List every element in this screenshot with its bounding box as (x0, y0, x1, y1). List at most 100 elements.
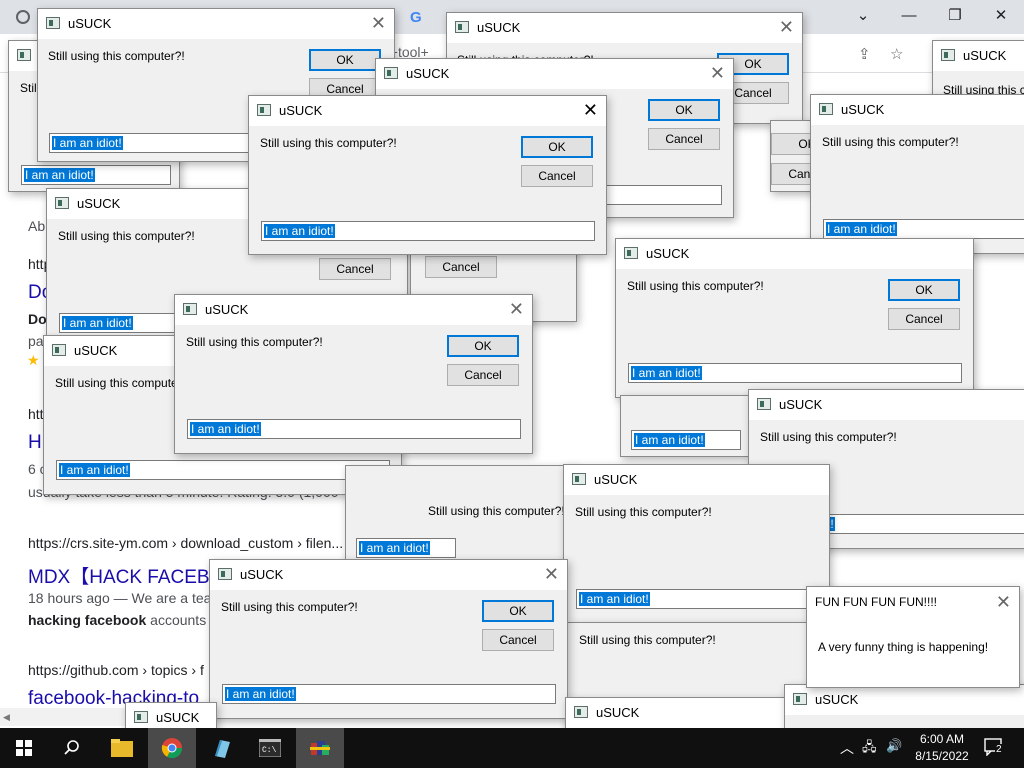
horizontal-scrollbar[interactable] (0, 708, 140, 726)
winrar-icon[interactable] (296, 728, 344, 768)
close-icon[interactable]: ✕ (779, 17, 794, 37)
app-icon (55, 197, 69, 209)
dialog-titlebar[interactable]: uSUCK (933, 41, 1024, 71)
app-icon (257, 104, 271, 116)
dialog-titlebar[interactable]: uSUCK ✕ (376, 59, 733, 89)
show-hidden-icons-icon[interactable]: ︿ (840, 738, 854, 758)
text-input[interactable]: I am an idiot! (222, 684, 556, 704)
close-icon[interactable]: ✕ (371, 13, 386, 33)
close-icon[interactable]: ✕ (996, 592, 1011, 612)
dialog-message: Still using this computer?! (579, 633, 716, 647)
maximize-button[interactable]: ❐ (932, 0, 978, 30)
dialog-message: Still using this computer?! (575, 505, 712, 519)
tab-search-button[interactable]: ⌄ (840, 0, 886, 30)
result-url: https://crs.site-ym.com › download_custo… (28, 535, 344, 551)
dialog-title: uSUCK (77, 196, 121, 211)
close-icon[interactable]: ✕ (710, 63, 725, 83)
cancel-button[interactable]: Cancel (648, 128, 720, 150)
app-icon (572, 473, 586, 485)
text-input[interactable]: I am an idiot! (261, 221, 595, 241)
app-icon (819, 103, 833, 115)
text-input[interactable]: I am an idiot! (56, 460, 390, 480)
text-input[interactable]: I am an idiot! (631, 430, 741, 450)
close-button[interactable]: ✕ (978, 0, 1024, 30)
network-icon[interactable]: 🖧 (862, 738, 877, 760)
fun-dialog-titlebar[interactable]: FUN FUN FUN FUN!!!! ✕ (807, 587, 1019, 617)
dialog-titlebar[interactable]: uSUCK (811, 95, 1024, 125)
dialog-titlebar[interactable]: uSUCK (616, 239, 973, 269)
chrome-icon[interactable] (148, 728, 196, 768)
dialog-titlebar[interactable]: uSUCK (749, 390, 1024, 420)
cancel-button[interactable]: Cancel (482, 629, 554, 651)
text-input[interactable]: I am an idiot! (628, 363, 962, 383)
windows-start-icon[interactable] (0, 728, 48, 768)
text-input[interactable]: I am an idiot! (576, 589, 826, 609)
close-icon[interactable]: ✕ (583, 100, 598, 120)
clock-time[interactable]: 6:00 AM (912, 732, 972, 746)
dialog-title: uSUCK (596, 705, 640, 720)
fun-dialog-message: A very funny thing is happening! (818, 640, 989, 654)
app-icon (218, 568, 232, 580)
terminal-icon[interactable]: C:\ (246, 728, 294, 768)
cancel-button[interactable]: Cancel (425, 256, 497, 278)
dialog-titlebar[interactable]: uSUCK (785, 685, 1024, 715)
dialog-titlebar[interactable]: uSUCK ✕ (175, 295, 532, 325)
result-url-fragment: htt (28, 406, 44, 422)
cancel-button[interactable]: Cancel (888, 308, 960, 330)
scroll-left-arrow-icon[interactable]: ◀ (3, 712, 10, 723)
share-icon[interactable]: ⇪ (858, 45, 871, 63)
dialog-title: uSUCK (156, 710, 200, 725)
cancel-button[interactable]: Cancel (319, 258, 391, 280)
dialog-titlebar[interactable]: uSUCK ✕ (249, 96, 606, 126)
selected-text: I am an idiot! (634, 433, 705, 447)
result-title[interactable]: MDX【HACK FACEB (28, 562, 210, 589)
selected-text: I am an idiot! (359, 541, 430, 555)
dialog-title: uSUCK (74, 343, 118, 358)
fun-dialog-title: FUN FUN FUN FUN!!!! (815, 595, 937, 609)
cancel-button[interactable]: Cancel (521, 165, 593, 187)
search-icon[interactable] (48, 728, 96, 768)
cancel-button[interactable]: Cancel (447, 364, 519, 386)
ok-button[interactable]: OK (309, 49, 381, 71)
dialog-title: uSUCK (646, 246, 690, 261)
notepad-icon[interactable] (198, 728, 246, 768)
dialog-titlebar[interactable]: uSUCK (564, 465, 829, 495)
dialog-title: uSUCK (279, 103, 323, 118)
volume-icon[interactable]: 🔊 (886, 738, 902, 754)
svg-text:C:\: C:\ (262, 746, 277, 755)
dialog-titlebar[interactable]: uSUCK ✕ (38, 9, 394, 39)
ok-button[interactable]: OK (521, 136, 593, 158)
ok-button[interactable]: OK (648, 99, 720, 121)
result-snippet-line: hacking facebook accounts p (28, 612, 218, 628)
dialog-titlebar[interactable]: uSUCK (566, 698, 786, 728)
dialog-message: Still using this computer?! (822, 135, 959, 149)
close-icon[interactable]: ✕ (544, 564, 559, 584)
file-explorer-icon[interactable] (98, 728, 146, 768)
text-input[interactable]: I am an idiot! (356, 538, 456, 558)
app-icon (17, 49, 31, 61)
selected-text: I am an idiot! (59, 463, 130, 477)
dialog-titlebar[interactable]: uSUCK ✕ (210, 560, 567, 590)
selected-text: I am an idiot! (24, 168, 95, 182)
dialog-message: Still using this computer?! (260, 136, 397, 150)
app-icon (574, 706, 588, 718)
google-tab-icon[interactable]: G (410, 9, 422, 26)
text-input[interactable]: I am an idiot! (21, 165, 171, 185)
bookmark-star-icon[interactable]: ☆ (890, 45, 903, 63)
text-input[interactable]: I am an idiot! (823, 219, 1024, 239)
close-icon[interactable]: ✕ (509, 299, 524, 319)
selected-text: I am an idiot! (52, 136, 123, 150)
result-title-fragment[interactable]: H (28, 432, 42, 454)
result-fragment: Ab (28, 218, 46, 234)
minimize-button[interactable]: — (886, 0, 932, 30)
chrome-logo-icon (16, 10, 30, 24)
ok-button[interactable]: OK (482, 600, 554, 622)
result-snippet: 18 hours ago — We are a tea (28, 590, 212, 606)
ok-button[interactable]: OK (888, 279, 960, 301)
dialog-titlebar[interactable]: uSUCK ✕ (447, 13, 802, 43)
clock-date[interactable]: 8/15/2022 (912, 749, 972, 763)
text-input[interactable]: I am an idiot! (187, 419, 521, 439)
dialog-title: uSUCK (205, 302, 249, 317)
ok-button[interactable]: OK (447, 335, 519, 357)
notification-center-icon[interactable]: 2 (984, 738, 1006, 757)
